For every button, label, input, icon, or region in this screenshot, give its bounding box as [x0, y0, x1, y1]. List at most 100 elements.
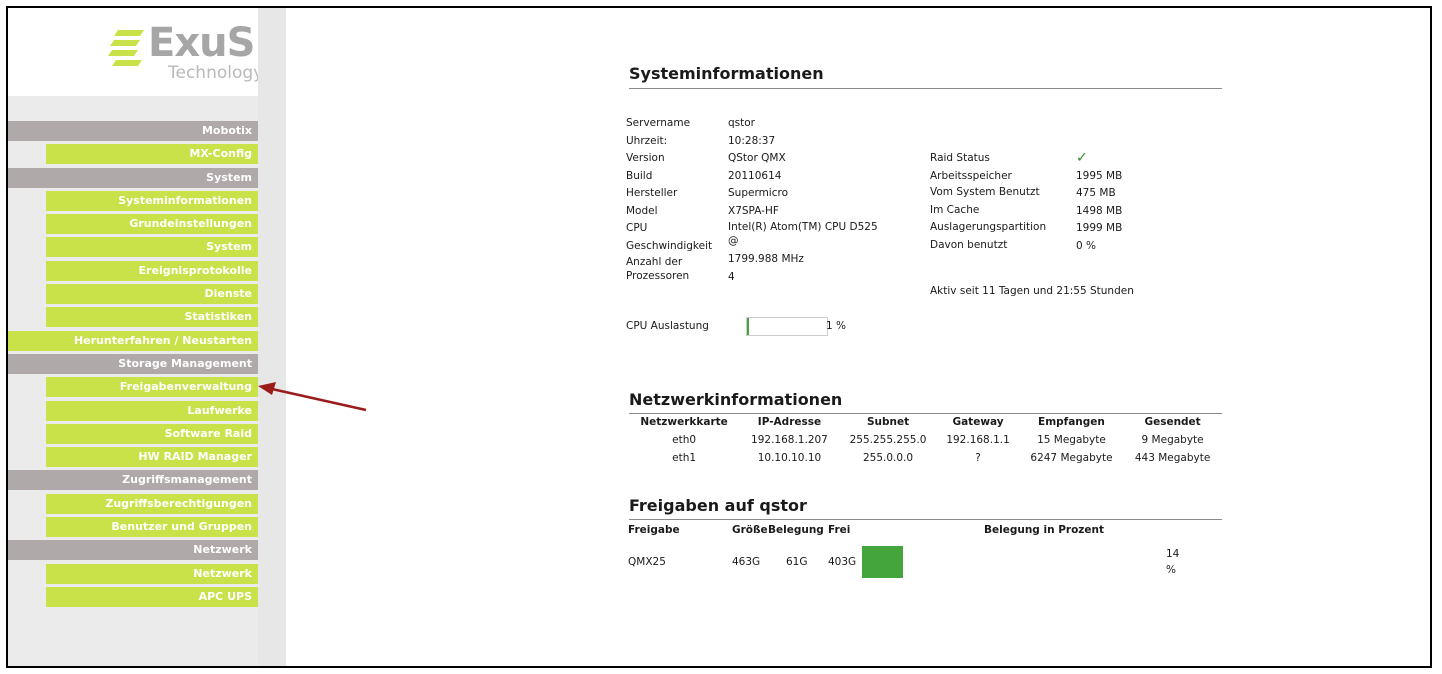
memory-value: 0 % — [1076, 239, 1096, 252]
sysinfo-label: Model — [626, 204, 658, 217]
sysinfo-label: Servername — [626, 117, 691, 129]
network-table: Netzwerkkarte IP-Adresse Subnet Gateway Empf… — [628, 413, 1221, 467]
network-cell: eth0 — [672, 434, 697, 446]
memory-value: 1999 MB — [1076, 222, 1123, 234]
sidebar-item-statistiken[interactable]: Statistiken — [46, 307, 258, 328]
network-column-header: Empfangen — [1038, 416, 1105, 428]
sysinfo-label: Anzahl der Prozessoren — [626, 256, 690, 282]
memory-value: 1498 MB — [1076, 204, 1123, 217]
network-column-header: Netzwerkkarte — [640, 416, 728, 428]
sidebar-group-system: System — [8, 167, 258, 188]
sidebar-item-dienste[interactable]: Dienste — [46, 284, 258, 305]
sysinfo-label: Uhrzeit: — [626, 134, 668, 147]
sysinfo-value: 1799.988 MHz — [728, 253, 804, 265]
memory-value: 475 MB — [1076, 187, 1116, 199]
sidebar-item-hw-raid-manager[interactable]: HW RAID Manager — [46, 447, 258, 468]
memory-value: 1995 MB — [1076, 169, 1123, 182]
memory-label: Arbeitsspeicher — [930, 169, 1012, 182]
sysinfo-value: Intel(R) Atom(TM) CPU D525 @ — [728, 221, 878, 247]
sysinfo-value: X7SPA-HF — [728, 204, 779, 217]
sysinfo-value: 4 — [728, 270, 735, 283]
sysinfo-right-labels: Raid Status Arbeitsspeicher Vom System Ben… — [930, 150, 1075, 254]
memory-label: Im Cache — [930, 204, 980, 216]
sysinfo-right-values: ✓ 1995 MB 475 MB 1498 MB 1999 MB 0 % — [1076, 150, 1156, 255]
sidebar-group-zugriffsmanagement: Zugriffsmanagement — [8, 470, 258, 491]
sidebar-group-mobotix: Mobotix — [8, 121, 258, 141]
network-title: Netzwerkinformationen — [629, 390, 843, 409]
sidebar-item-netzwerk[interactable]: Netzwerk — [46, 563, 258, 584]
network-cell: ? — [975, 452, 981, 464]
network-row: eth0 192.168.1.207 255.255.255.0 192.168.1.… — [628, 431, 1221, 449]
network-cell: eth1 — [672, 452, 697, 464]
sidebar-item-herunterfahren-neustarten[interactable]: Herunterfahren / Neustarten — [8, 330, 258, 351]
sidebar: ExuS Technology Mobotix MX-Config System Sy… — [8, 8, 263, 666]
sysinfo-value: QStor QMX — [728, 152, 786, 164]
network-column-header: Gesendet — [1144, 416, 1201, 428]
sidebar-item-apc-ups[interactable]: APC UPS — [46, 586, 258, 607]
network-cell: 15 Megabyte — [1037, 434, 1106, 446]
sysinfo-label: Hersteller — [626, 187, 678, 199]
sysinfo-left-values: qstor 10:28:37 QStor QMX 20110614 Supermicro… — [728, 115, 878, 286]
sidebar-divider — [258, 8, 286, 666]
main-content: Systeminformationen Servername Uhrzeit: Ve… — [258, 8, 1430, 666]
network-row: eth1 10.10.10.10 255.0.0.0? 6247 Megabyte 44… — [628, 449, 1221, 467]
share-usage-bar — [862, 546, 1152, 578]
sysinfo-value: 20110614 — [728, 169, 782, 182]
sidebar-item-systeminformationen[interactable]: Systeminformationen — [46, 190, 258, 211]
network-cell: 192.168.1.1 — [946, 434, 1010, 446]
share-row[interactable]: QMX25 463G 61G 403G 14 % — [628, 546, 1228, 582]
network-column-header: Gateway — [952, 416, 1004, 428]
cpu-load-bar — [746, 317, 828, 336]
logo-subtitle: Technology — [168, 63, 264, 83]
cpu-load-value: 1 % — [826, 320, 846, 332]
memory-label: Raid Status — [930, 152, 990, 164]
network-section: Netzwerkinformationen — [629, 390, 1222, 414]
network-column-header: Subnet — [866, 416, 910, 428]
logo-text: ExuS — [148, 20, 255, 66]
sidebar-item-freigabenverwaltung[interactable]: Freigabenverwaltung — [46, 377, 258, 398]
sysinfo-label: CPU — [626, 222, 648, 234]
sidebar-menu: Mobotix MX-Config System Systeminformatione… — [8, 121, 258, 610]
sidebar-item-grundeinstellungen[interactable]: Grundeinstellungen — [46, 214, 258, 235]
sysinfo-value: Supermicro — [728, 187, 789, 199]
sidebar-item-ereignisprotokolle[interactable]: Ereignisprotokolle — [46, 260, 258, 281]
network-cell: 255.255.255.0 — [849, 434, 927, 446]
network-cell: 6247 Megabyte — [1030, 452, 1113, 464]
sysinfo-section: Systeminformationen — [629, 64, 1222, 89]
sysinfo-label: Version — [626, 152, 665, 164]
sidebar-item-laufwerke[interactable]: Laufwerke — [46, 400, 258, 421]
sysinfo-label: Build — [626, 169, 653, 182]
cpu-load-fill — [747, 318, 749, 335]
app-window: ExuS Technology Mobotix MX-Config System Sy… — [6, 6, 1432, 668]
network-cell: 255.0.0.0 — [862, 452, 914, 464]
sysinfo-value: qstor — [728, 117, 755, 129]
sidebar-item-mx-config[interactable]: MX-Config — [46, 144, 258, 165]
sysinfo-value: 10:28:37 — [728, 134, 776, 147]
sidebar-item-benutzer-und-gruppen[interactable]: Benutzer und Gruppen — [46, 517, 258, 538]
sidebar-group-storage-management: Storage Management — [8, 353, 258, 374]
shares-section: Freigaben auf qstor — [629, 496, 1222, 520]
memory-label: Davon benutzt — [930, 238, 1008, 251]
network-column-header: IP-Adresse — [757, 416, 822, 428]
logo-stripes-icon — [108, 30, 144, 66]
sidebar-item-software-raid[interactable]: Software Raid — [46, 423, 258, 444]
share-usage-fill — [862, 546, 903, 578]
sysinfo-rule — [629, 88, 1222, 89]
network-cell: 9 Megabyte — [1141, 434, 1204, 446]
network-cell: 192.168.1.207 — [751, 434, 828, 446]
uptime-text: Aktiv seit 11 Tagen und 21:55 Stunden — [930, 285, 1134, 297]
logo[interactable]: ExuS Technology — [8, 8, 263, 96]
shares-rule — [629, 519, 1222, 520]
memory-label: Vom System Benutzt — [930, 186, 1040, 198]
sidebar-item-zugriffsberechtigungen[interactable]: Zugriffsberechtigungen — [46, 493, 258, 514]
share-usage-percent: 14 % — [1166, 548, 1180, 576]
sysinfo-left-labels: Servername Uhrzeit: Version Build Hersteller… — [626, 115, 726, 286]
memory-value: ✓ — [1076, 150, 1088, 166]
cpu-load-label: CPU Auslastung — [626, 320, 709, 332]
sysinfo-label: Geschwindigkeit — [626, 239, 713, 252]
red-arrow-annotation-icon — [258, 382, 367, 412]
sidebar-group-netzwerk: Netzwerk — [8, 540, 258, 561]
shares-title: Freigaben auf qstor — [629, 496, 807, 515]
sidebar-item-system[interactable]: System — [46, 237, 258, 258]
memory-label: Auslagerungspartition — [930, 220, 1047, 233]
